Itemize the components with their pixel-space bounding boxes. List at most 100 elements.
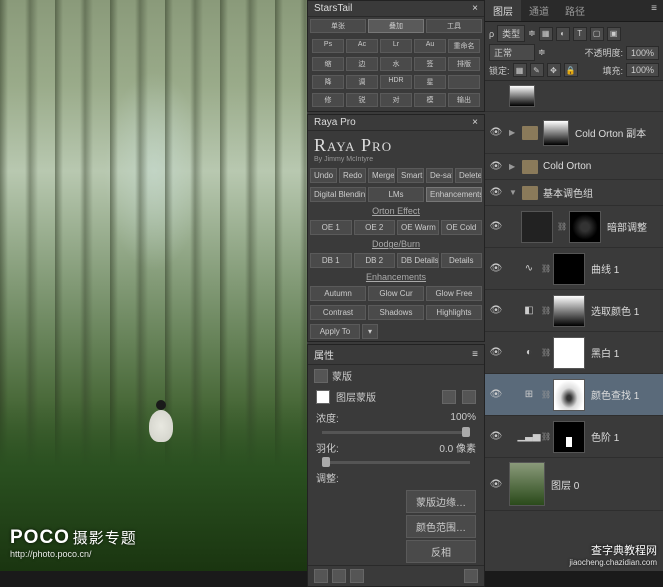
lock-pos-icon[interactable]: ✥ [547,63,561,77]
density-slider[interactable] [322,431,470,434]
mask-thumb[interactable] [553,379,585,411]
st-b[interactable]: 边 [346,57,378,71]
layer-name[interactable]: 图层 0 [551,477,659,492]
filter-shape-icon[interactable]: ▢ [590,27,604,41]
fold-icon[interactable]: ▶ [509,162,519,171]
applyto-button[interactable]: Apply To [310,324,360,339]
contrast-button[interactable]: Contrast [310,305,366,320]
color-range-button[interactable]: 颜色范围… [406,515,476,538]
st-b[interactable]: 对 [380,93,412,107]
disable-mask-icon[interactable] [350,569,364,583]
st-b[interactable]: 签 [414,57,446,71]
st-b[interactable]: 重命名 [448,39,480,53]
layer-name[interactable]: 基本调色组 [543,185,659,200]
raya-header[interactable]: Raya Pro × [308,115,484,131]
link-icon[interactable]: ⛓ [541,264,551,273]
close-icon[interactable]: × [472,117,478,128]
st-b[interactable] [448,75,480,89]
link-icon[interactable]: ⛓ [541,390,551,399]
layer-shadow-adj[interactable]: 👁 ⛓ 暗部调整 [485,206,663,248]
st-b[interactable]: 水 [380,57,412,71]
opacity-value[interactable]: 100% [626,46,659,60]
layer-group-basic-color[interactable]: 👁 ▼ 基本调色组 [485,180,663,206]
layer-background[interactable]: 👁 图层 0 [485,458,663,511]
shadows-button[interactable]: Shadows [368,305,424,320]
layer-name[interactable]: 黑白 1 [591,345,659,360]
oe2-button[interactable]: OE 2 [354,220,396,235]
layer-name[interactable]: 曲线 1 [591,261,659,276]
oecold-button[interactable]: OE Cold [441,220,483,235]
highlights-button[interactable]: Highlights [426,305,482,320]
mode-digital[interactable]: Digital Blending [310,187,366,202]
layer-name[interactable]: 色阶 1 [591,429,659,444]
link-icon[interactable]: ⛓ [557,222,567,231]
st-b[interactable]: 缩 [312,57,344,71]
link-icon[interactable]: ⛓ [541,432,551,441]
delete-button[interactable]: Delete [455,168,482,183]
close-icon[interactable]: × [472,3,478,14]
mask-edge-button[interactable]: 蒙版边缘… [406,490,476,513]
layer-color-lookup[interactable]: 👁 ⊞ ⛓ 颜色查找 1 [485,374,663,416]
dbdet-button[interactable]: DB Details [397,253,439,268]
feather-value[interactable]: 0.0 像素 [439,440,476,455]
redo-button[interactable]: Redo [339,168,366,183]
layer-curves[interactable]: 👁 ∿ ⛓ 曲线 1 [485,248,663,290]
visibility-icon[interactable]: 👁 [489,186,503,200]
pixel-mask-icon[interactable] [316,390,330,404]
mask-thumb[interactable] [553,295,585,327]
fold-icon[interactable]: ▶ [509,128,519,137]
layer-bw[interactable]: 👁 ◐ ⛓ 黑白 1 [485,332,663,374]
lock-all-icon[interactable]: 🔒 [564,63,578,77]
glowfree-button[interactable]: Glow Free [426,286,482,301]
st-b[interactable]: 锐 [346,93,378,107]
starstail-header[interactable]: StarsTail × [308,1,484,17]
filter-smart-icon[interactable]: ▣ [607,27,621,41]
trash-icon[interactable] [464,569,478,583]
blend-mode[interactable]: 正常 [489,44,535,61]
panel-menu-icon[interactable]: ≡ [472,349,478,360]
apply-dd-icon[interactable]: ▾ [362,324,378,339]
tab-paths[interactable]: 路径 [557,0,593,21]
det-button[interactable]: Details [441,253,483,268]
visibility-icon[interactable]: 👁 [489,262,503,276]
visibility-icon[interactable]: 👁 [489,304,503,318]
apply-mask-icon[interactable] [332,569,346,583]
undo-button[interactable]: Undo [310,168,337,183]
layer-group-cold-orton[interactable]: 👁 ▶ Cold Orton [485,154,663,180]
invert-button[interactable]: 反相 [406,540,476,563]
st-b[interactable]: Ac [346,39,378,53]
st-tab-tools[interactable]: 工具 [426,19,482,33]
mask-thumb[interactable] [543,120,569,146]
st-b[interactable]: Ps [312,39,344,53]
visibility-icon[interactable]: 👁 [489,220,503,234]
visibility-icon[interactable] [489,89,503,103]
layer-name[interactable]: Cold Orton [543,161,659,172]
link-icon[interactable]: ⛓ [541,348,551,357]
fill-value[interactable]: 100% [626,63,659,77]
layer-thumb[interactable] [521,211,553,243]
smart-button[interactable]: Smart [397,168,424,183]
layer-group-cold-orton-copy[interactable]: 👁 ▶ Cold Orton 副本 [485,112,663,154]
fold-icon[interactable]: ▼ [509,188,519,197]
oewarm-button[interactable]: OE Warm [397,220,439,235]
layer-thumb[interactable] [509,462,545,506]
visibility-icon[interactable]: 👁 [489,477,503,491]
filter-type-icon[interactable]: T [573,27,587,41]
autumn-button[interactable]: Autumn [310,286,366,301]
mask-thumb[interactable] [553,421,585,453]
st-b[interactable]: 排版 [448,57,480,71]
glowcur-button[interactable]: Glow Cur [368,286,424,301]
layer-name[interactable]: Cold Orton 副本 [575,125,659,140]
feather-slider[interactable] [322,461,470,464]
st-b[interactable]: 输出 [448,93,480,107]
st-b[interactable]: 调 [346,75,378,89]
visibility-icon[interactable]: 👁 [489,430,503,444]
filter-adj-icon[interactable]: ◐ [556,27,570,41]
st-b[interactable]: Lr [380,39,412,53]
tab-channels[interactable]: 通道 [521,0,557,21]
db2-button[interactable]: DB 2 [354,253,396,268]
layer-name[interactable]: 选取颜色 1 [591,303,659,318]
merge-button[interactable]: Merge [368,168,395,183]
load-selection-icon[interactable] [314,569,328,583]
visibility-icon[interactable]: 👁 [489,126,503,140]
